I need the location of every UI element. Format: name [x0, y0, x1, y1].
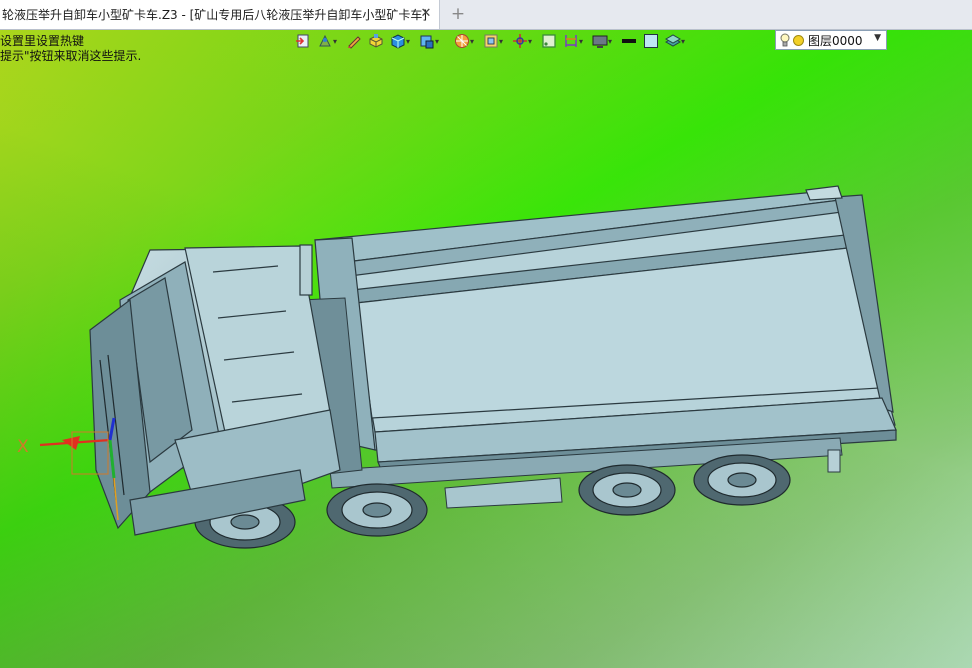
drape-icon[interactable]: [314, 30, 336, 52]
color-square-icon[interactable]: [640, 30, 662, 52]
frame-icon[interactable]: [480, 30, 502, 52]
hint-line-2: 提示"按钮来取消这些提示.: [0, 49, 142, 63]
truck-model[interactable]: [0, 0, 972, 668]
black-line-icon[interactable]: [618, 30, 640, 52]
import-icon[interactable]: [292, 30, 314, 52]
dimension-icon[interactable]: [560, 30, 582, 52]
dump-bed: [314, 185, 897, 473]
truck-cab: [89, 244, 341, 536]
layer-color-icon[interactable]: [793, 34, 804, 46]
view-toolbar: ▾ ▾ ▾ ▾ ▾ ▾ ▾ ▾ ▾: [292, 30, 691, 52]
snap-square-icon[interactable]: [538, 30, 560, 52]
cube-blue-icon[interactable]: [387, 30, 409, 52]
cube-view-icon[interactable]: [416, 30, 438, 52]
pen-icon[interactable]: [343, 30, 365, 52]
layer-stack-icon[interactable]: [662, 30, 684, 52]
display-icon[interactable]: [589, 30, 611, 52]
solid-yellow-icon[interactable]: [365, 30, 387, 52]
x-axis-label: X: [17, 437, 29, 457]
shading-icon[interactable]: [451, 30, 473, 52]
pivot-icon[interactable]: [509, 30, 531, 52]
layer-name: 图层0000: [808, 33, 863, 48]
layer-select[interactable]: 图层0000 ▼: [775, 30, 887, 50]
bulb-icon[interactable]: [780, 33, 790, 47]
chevron-down-icon[interactable]: ▼: [874, 33, 881, 43]
